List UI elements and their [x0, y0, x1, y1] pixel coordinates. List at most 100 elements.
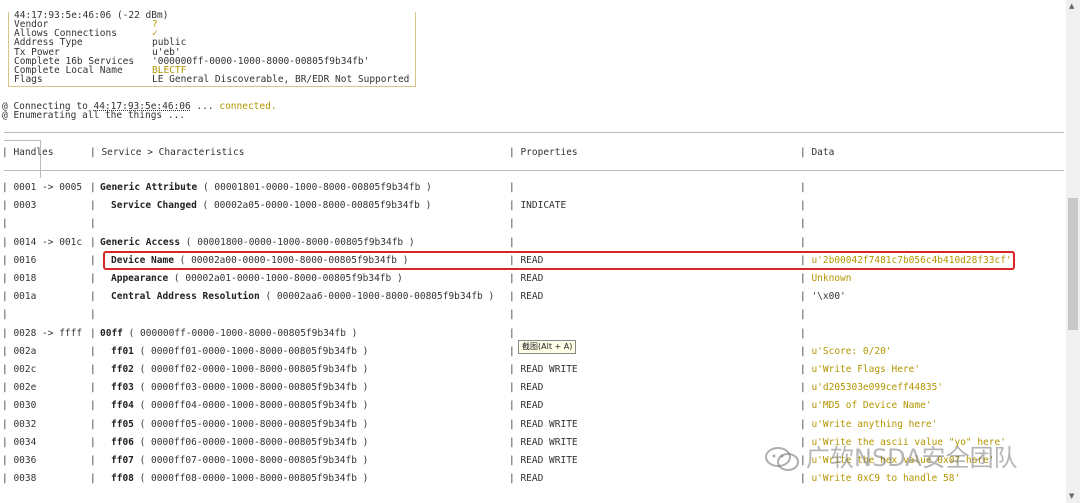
scroll-up-icon[interactable]: ▲	[1069, 2, 1074, 10]
service-name: 00ff	[100, 327, 123, 339]
row-separator: |	[90, 309, 96, 321]
table-row: | 0018 | Appearance ( 00002a01-0000-1000-8…	[0, 270, 1062, 288]
data-separator: |	[800, 218, 806, 230]
data-value: Unknown	[805, 273, 852, 284]
enumerating-line: @ Enumerating all the things ...	[2, 110, 186, 121]
data-separator: |	[800, 327, 806, 339]
service-name: Service Changed	[111, 200, 197, 212]
service-uuid: ( 0000ff01-0000-1000-8000-00805f9b34fb )	[133, 345, 369, 357]
row-data: | u'd205303e099ceff44835'	[800, 383, 943, 393]
scrollbar-thumb[interactable]	[1068, 198, 1078, 330]
row-properties: | READ	[509, 382, 544, 394]
header-handles: | Handles	[2, 147, 54, 158]
service-uuid: ( 0000ff02-0000-1000-8000-00805f9b34fb )	[133, 364, 369, 375]
data-separator: |	[800, 236, 806, 248]
row-data: | u'Write Flags Here'	[800, 365, 920, 375]
header-data: | Data	[800, 147, 835, 158]
row-properties: | READ	[509, 273, 544, 284]
data-value: u'Write Flags Here'	[805, 364, 921, 375]
service-name: ff03	[111, 382, 134, 394]
table-row: | 0014 -> 001c | Generic Access ( 00001800…	[0, 234, 1062, 252]
service-name: ff06	[111, 436, 134, 448]
service-uuid: ( 0000ff07-0000-1000-8000-00805f9b34fb )	[133, 455, 369, 466]
connecting-dots: ...	[190, 101, 220, 112]
service-name: Generic Attribute	[100, 182, 198, 193]
row-service: 00ff ( 000000ff-0000-1000-8000-00805f9b3…	[100, 327, 358, 339]
row-handles: |	[2, 218, 8, 230]
row-separator: |	[90, 382, 96, 394]
row-service: Generic Access ( 00001800-0000-1000-8000…	[100, 236, 415, 248]
row-properties: |	[509, 327, 515, 339]
service-name: ff01	[111, 345, 134, 357]
service-uuid: ( 000000ff-0000-1000-8000-00805f9b34fb )	[122, 327, 358, 339]
row-handles: | 0036	[2, 455, 37, 466]
screenshot-tooltip: 截图(Alt + A)	[518, 340, 577, 354]
connected-status: connected.	[219, 101, 277, 112]
row-data: |	[800, 183, 806, 193]
row-properties: | READ	[509, 473, 544, 485]
row-service: ff07 ( 0000ff07-0000-1000-8000-00805f9b3…	[111, 456, 368, 466]
scroll-down-icon[interactable]: ▼	[1069, 492, 1074, 500]
header-properties: | Properties	[509, 147, 578, 158]
row-properties: |	[509, 236, 515, 248]
table-row: | | | |	[0, 215, 1062, 233]
row-handles: | 0030	[2, 400, 37, 412]
service-uuid: ( 0000ff05-0000-1000-8000-00805f9b34fb )	[133, 418, 369, 430]
table-row: | | | |	[0, 306, 1062, 324]
data-value: '\x00'	[805, 291, 846, 303]
service-name: ff02	[111, 364, 134, 375]
service-uuid: ( 00002aa6-0000-1000-8000-00805f9b34fb )	[259, 291, 495, 303]
row-properties: | READ WRITE	[509, 455, 578, 466]
service-name: ff05	[111, 418, 134, 430]
row-data: | '\x00'	[800, 292, 846, 302]
row-service: Appearance ( 00002a01-0000-1000-8000-008…	[111, 274, 403, 284]
service-name: Central Address Resolution	[111, 291, 260, 303]
row-properties: |	[509, 218, 515, 230]
row-separator: |	[90, 291, 96, 303]
row-properties: | READ WRITE	[509, 364, 578, 375]
row-data: |	[800, 327, 806, 339]
row-handles: | 0001 -> 0005	[2, 182, 83, 193]
row-service: ff06 ( 0000ff06-0000-1000-8000-00805f9b3…	[111, 436, 368, 448]
row-handles: | 0003	[2, 200, 37, 212]
row-properties: |	[509, 309, 515, 321]
service-uuid: ( 00001800-0000-1000-8000-00805f9b34fb )	[180, 236, 415, 248]
row-service: Generic Attribute ( 00001801-0000-1000-8…	[100, 183, 432, 193]
table-top-border	[4, 132, 1064, 133]
row-properties: | READ	[509, 400, 544, 412]
data-separator: |	[800, 200, 806, 212]
service-uuid: ( 00002a05-0000-1000-8000-00805f9b34fb )	[196, 200, 432, 212]
service-name: Appearance	[111, 273, 169, 284]
row-separator: |	[90, 345, 96, 357]
watermark-text: 广软NSDA安全团队	[806, 444, 1018, 472]
table-header-border	[4, 170, 1064, 171]
row-properties: | READ WRITE	[509, 436, 578, 448]
row-data: |	[800, 219, 806, 229]
row-data: | u'Write anything here'	[800, 418, 938, 430]
row-properties: | READ	[509, 291, 544, 303]
data-value: u'Write anything here'	[805, 418, 938, 430]
table-row: | 0001 -> 0005 | Generic Attribute ( 00001…	[0, 179, 1062, 197]
row-service: ff04 ( 0000ff04-0000-1000-8000-00805f9b3…	[111, 401, 368, 411]
row-properties: | READ WRITE	[509, 418, 578, 430]
service-name: ff07	[111, 455, 134, 466]
row-handles: | 002c	[2, 364, 37, 375]
row-service: ff01 ( 0000ff01-0000-1000-8000-00805f9b3…	[111, 345, 369, 357]
handles-header-mark	[4, 140, 40, 141]
row-handles: | 0014 -> 001c	[2, 236, 83, 248]
row-data: | u'Write 0xC9 to handle 58'	[800, 474, 960, 484]
table-row: | 0030 | ff04 ( 0000ff04-0000-1000-8000-00…	[0, 397, 1062, 415]
row-handles: |	[2, 309, 8, 321]
row-properties: |	[509, 182, 515, 193]
row-separator: |	[90, 455, 96, 466]
service-uuid: ( 0000ff08-0000-1000-8000-00805f9b34fb )	[133, 473, 369, 485]
device-field-key: Flags	[14, 74, 43, 86]
row-separator: |	[90, 236, 96, 248]
vertical-scrollbar[interactable]: ▲ ▼	[1066, 0, 1080, 503]
service-uuid: ( 0000ff03-0000-1000-8000-00805f9b34fb )	[133, 382, 369, 394]
row-handles: | 0028 -> ffff	[2, 327, 83, 339]
row-data: |	[800, 236, 806, 248]
row-separator: |	[90, 254, 96, 266]
table-row: | 002c | ff02 ( 0000ff02-0000-1000-8000-00…	[0, 361, 1062, 379]
row-data: |	[800, 201, 806, 211]
